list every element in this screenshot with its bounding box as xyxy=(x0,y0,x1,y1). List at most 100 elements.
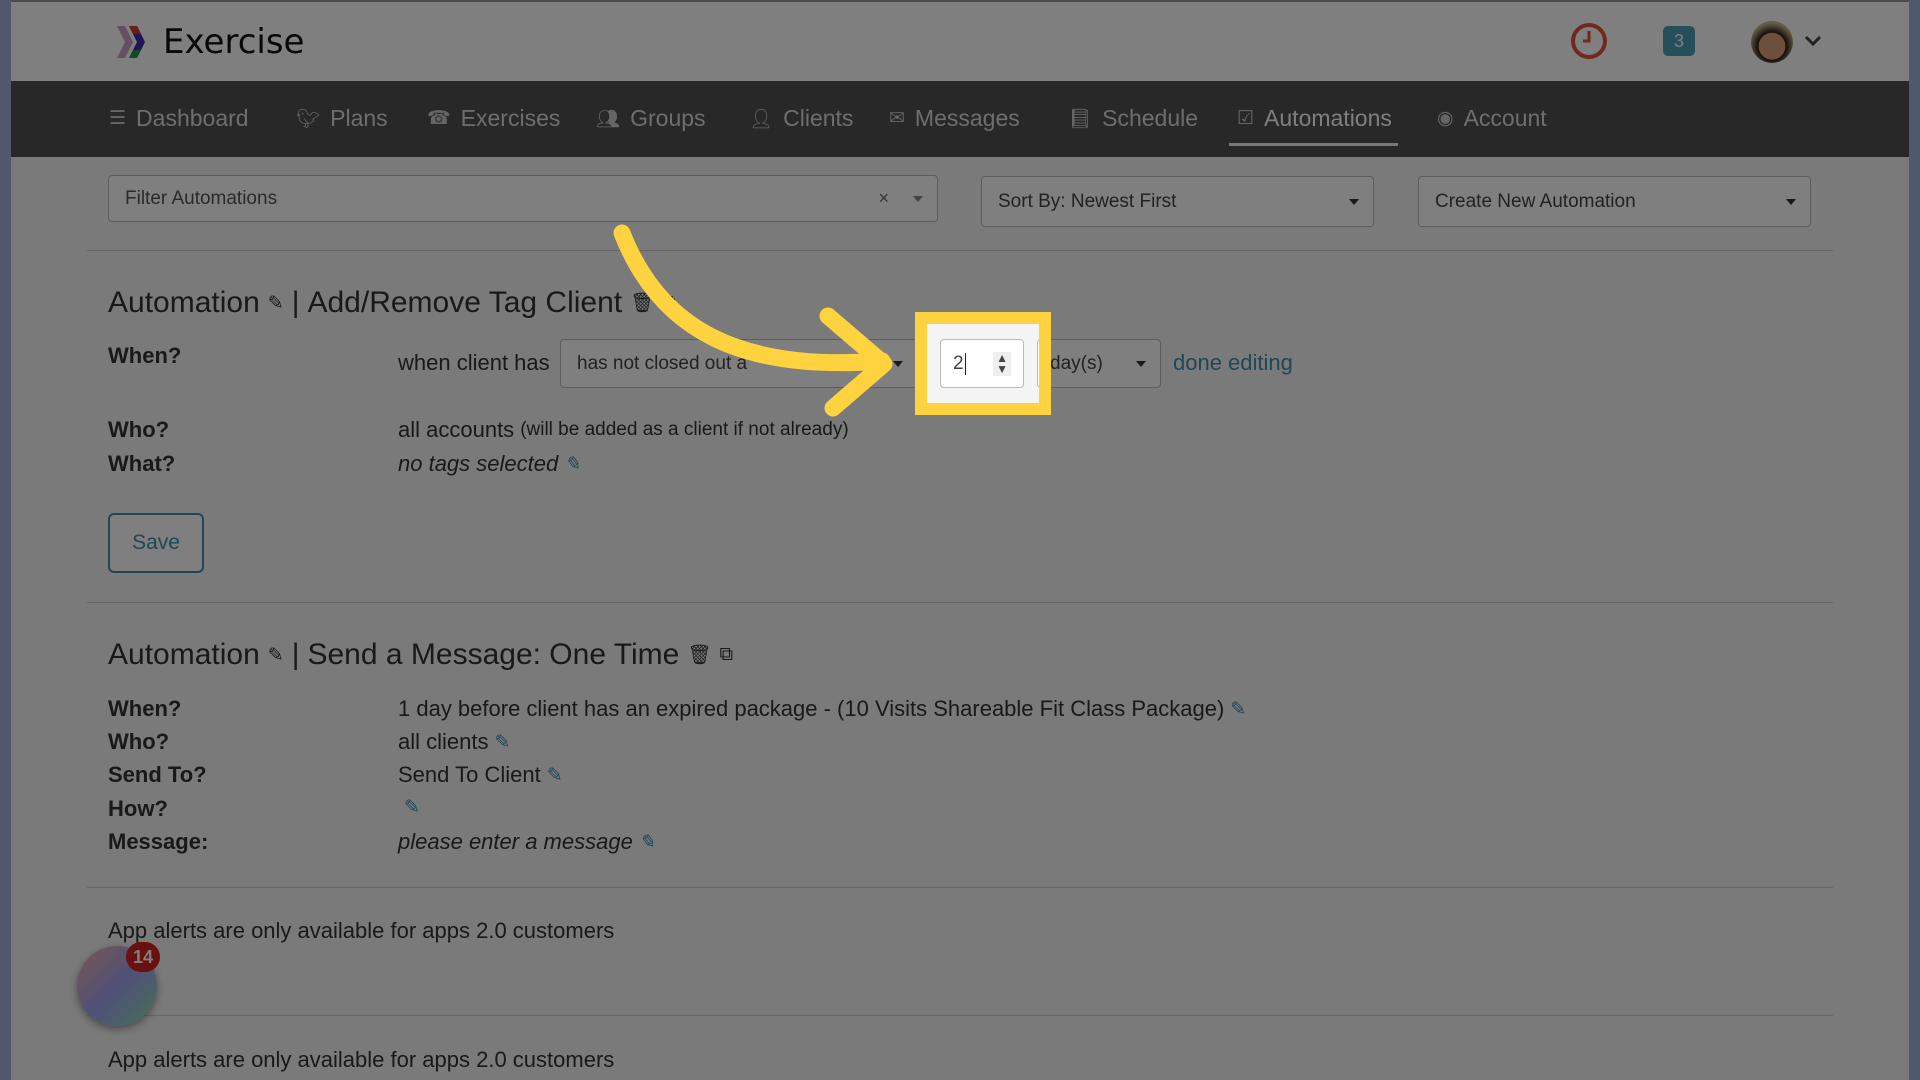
clear-icon[interactable]: × xyxy=(878,188,889,209)
list-icon: ☰ xyxy=(109,108,127,129)
book-icon: 📘︎ xyxy=(1068,108,1093,130)
save-button[interactable]: Save xyxy=(108,513,204,573)
automation-prefix: Automation xyxy=(108,638,260,671)
who-label: Who? xyxy=(108,729,170,754)
amount-value: 2 xyxy=(953,352,966,375)
separator: | xyxy=(291,286,300,319)
row-text: 1 day before client has an expired packa… xyxy=(398,696,1225,721)
user-icon: 👤︎ xyxy=(749,108,774,130)
send-to-label: Send To? xyxy=(108,762,207,787)
when-value: 1 day before client has an expired packa… xyxy=(398,696,1246,722)
who-label: Who? xyxy=(108,417,170,442)
nav-label: Clients xyxy=(783,105,854,131)
who-value: all accounts (will be added as a client i… xyxy=(398,417,849,443)
pencil-icon[interactable]: ✎ xyxy=(1230,698,1246,721)
twitter-bird-icon: 🐦︎ xyxy=(296,108,321,130)
users-icon: 👥︎ xyxy=(596,108,621,130)
how-label: How? xyxy=(108,796,168,821)
phone-icon: ☎ xyxy=(427,108,451,129)
divider xyxy=(87,250,1833,251)
nav-plans[interactable]: 🐦︎ Plans xyxy=(296,105,388,132)
message-value: please enter a message ✎ xyxy=(398,829,655,855)
pencil-icon[interactable]: ✎ xyxy=(494,731,510,754)
nav-schedule[interactable]: 📘︎ Schedule xyxy=(1068,105,1198,132)
trash-icon[interactable]: 🗑︎ xyxy=(630,291,654,315)
row-text: Send To Client xyxy=(398,762,541,787)
user-circle-icon: ◉ xyxy=(1437,108,1454,129)
nav-groups[interactable]: 👥︎ Groups xyxy=(596,105,706,132)
app-alert-notice: App alerts are only available for apps 2… xyxy=(108,1047,615,1072)
row-text: please enter a message xyxy=(398,829,633,854)
message-label: Message: xyxy=(108,829,209,854)
floating-badge: 14 xyxy=(126,942,160,972)
create-automation-select[interactable]: Create New Automation xyxy=(1418,176,1811,227)
nav-label: Automations xyxy=(1264,105,1392,131)
automation-title: Automation ✎ | Add/Remove Tag Client 🗑︎ … xyxy=(108,286,676,320)
pencil-icon[interactable]: ✎ xyxy=(268,292,284,315)
chevron-down-icon[interactable] xyxy=(1804,34,1822,48)
copy-icon[interactable]: ⧉ xyxy=(662,292,676,314)
nav-account[interactable]: ◉ Account xyxy=(1437,105,1547,132)
nav-clients[interactable]: 👤︎ Clients xyxy=(749,105,853,132)
nav-label: Messages xyxy=(914,105,1020,131)
when-label: When? xyxy=(108,696,182,721)
automation-title: Automation ✎ | Send a Message: One Time … xyxy=(108,638,733,672)
caret-down-icon xyxy=(1786,198,1796,205)
when-label: When? xyxy=(108,343,182,368)
divider xyxy=(87,1015,1833,1016)
nav-label: Schedule xyxy=(1102,105,1199,131)
app-alert-notice: App alerts are only available for apps 2… xyxy=(108,918,615,943)
caret-down-icon xyxy=(893,360,903,367)
top-header: Exercise 3 xyxy=(11,0,1909,81)
nav-automations[interactable]: ☑ Automations xyxy=(1237,105,1392,132)
automation-name: Add/Remove Tag Client xyxy=(307,286,623,319)
caret-down-icon xyxy=(1349,198,1359,205)
caret-down-icon[interactable] xyxy=(913,195,923,202)
pencil-icon[interactable]: ✎ xyxy=(268,644,284,667)
pencil-icon[interactable]: ✎ xyxy=(404,796,420,819)
nav-label: Account xyxy=(1463,105,1547,131)
automation-prefix: Automation xyxy=(108,286,260,319)
clock-icon[interactable] xyxy=(1570,22,1608,60)
nav-messages[interactable]: ✉ Messages xyxy=(889,105,1020,132)
nav-exercises[interactable]: ☎ Exercises xyxy=(427,105,560,132)
amount-number-input[interactable]: 2 ▲ ▼ xyxy=(940,339,1024,388)
unit-select[interactable]: day(s) xyxy=(1037,339,1161,388)
divider xyxy=(87,887,1833,888)
app-logo-icon xyxy=(117,26,145,58)
copy-icon[interactable]: ⧉ xyxy=(719,644,733,666)
separator: | xyxy=(291,638,300,671)
automation-name: Send a Message: One Time xyxy=(307,638,680,671)
condition-select[interactable]: has not closed out a xyxy=(560,339,918,388)
active-tab-indicator xyxy=(1229,143,1398,146)
what-value: no tags selected ✎ xyxy=(398,451,580,477)
notification-badge[interactable]: 3 xyxy=(1663,26,1695,56)
stepper-arrows-icon[interactable]: ▲ ▼ xyxy=(993,352,1011,376)
avatar[interactable] xyxy=(1751,21,1793,63)
done-editing-link[interactable]: done editing xyxy=(1173,350,1293,376)
who-note: (will be added as a client if not alread… xyxy=(520,419,849,440)
filter-automations-input[interactable]: Filter Automations × xyxy=(108,175,938,222)
sort-value: Sort By: Newest First xyxy=(998,190,1177,212)
page: Exercise 3 ☰ Dashboard 🐦︎ Plans ☎ Exercises… xyxy=(11,0,1909,1080)
nav-dashboard[interactable]: ☰ Dashboard xyxy=(109,105,249,132)
divider xyxy=(87,602,1833,603)
condition-value: has not closed out a xyxy=(577,352,748,374)
trash-icon[interactable]: 🗑︎ xyxy=(687,643,711,667)
what-text: no tags selected xyxy=(398,451,559,476)
nav-label: Dashboard xyxy=(136,105,249,131)
sort-select[interactable]: Sort By: Newest First xyxy=(981,176,1374,227)
pencil-icon[interactable]: ✎ xyxy=(639,831,655,854)
row-text: all clients xyxy=(398,729,489,754)
create-value: Create New Automation xyxy=(1435,190,1636,212)
nav-label: Groups xyxy=(630,105,706,131)
main-nav: ☰ Dashboard 🐦︎ Plans ☎ Exercises 👥︎ Groups 👤… xyxy=(11,81,1909,157)
unit-value: day(s) xyxy=(1050,352,1103,374)
how-value: ✎ xyxy=(398,796,420,819)
pencil-icon[interactable]: ✎ xyxy=(564,453,580,476)
who-text: all accounts xyxy=(398,417,515,442)
pencil-icon[interactable]: ✎ xyxy=(547,764,563,787)
envelope-icon: ✉ xyxy=(889,108,905,129)
what-label: What? xyxy=(108,451,176,476)
app-title: Exercise xyxy=(163,22,305,62)
